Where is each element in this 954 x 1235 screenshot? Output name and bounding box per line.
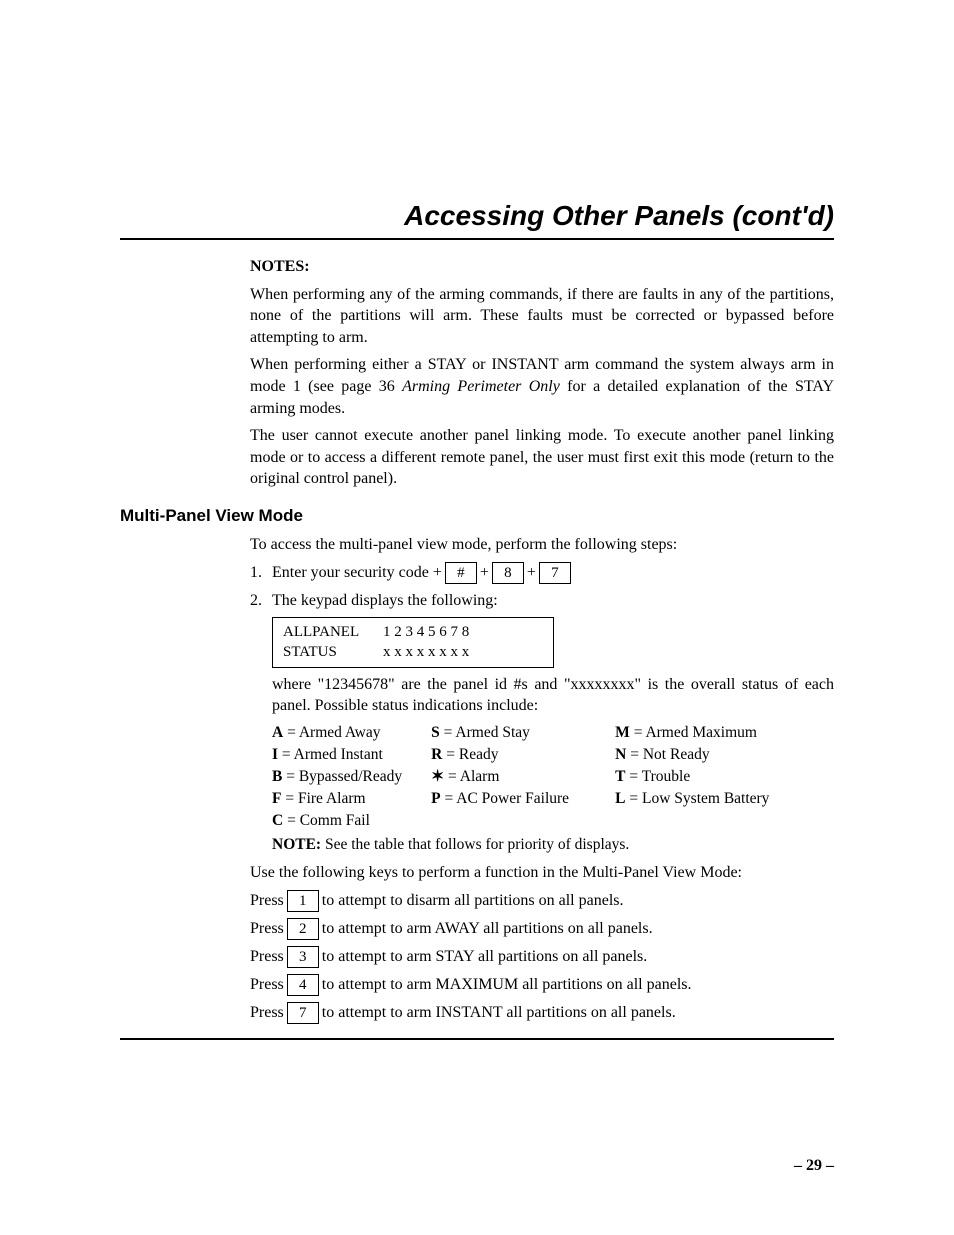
keycap-8: 8 [492, 562, 524, 584]
display-line2-label: STATUS [283, 642, 383, 662]
use-keys-text: Use the following keys to perform a func… [250, 862, 834, 884]
keycap-7b: 7 [287, 1002, 319, 1024]
status-val-B: = Bypassed/Ready [282, 768, 402, 785]
press-5-post: to attempt to arm INSTANT all partitions… [322, 1002, 676, 1024]
page-number: – 29 – [794, 1157, 834, 1175]
keycap-7: 7 [539, 562, 571, 584]
step-2-text: The keypad displays the following: [272, 590, 498, 612]
keycap-2: 2 [287, 918, 319, 940]
keycap-3: 3 [287, 946, 319, 968]
status-val-A: = Armed Away [283, 724, 380, 741]
status-row-4: F = Fire Alarm P = AC Power Failure L = … [272, 789, 834, 810]
press-1-post: to attempt to disarm all partitions on a… [322, 890, 624, 912]
display-line2-value: x x x x x x x x [383, 642, 469, 662]
status-val-F: = Fire Alarm [281, 790, 365, 807]
status-legend: A = Armed Away S = Armed Stay M = Armed … [272, 723, 834, 832]
status-key-star: ✶ [431, 768, 444, 785]
status-row-5: C = Comm Fail [272, 811, 834, 832]
press-line-4: Press 4 to attempt to arm MAXIMUM all pa… [250, 974, 834, 996]
status-key-A: A [272, 724, 283, 741]
intro-text: To access the multi-panel view mode, per… [250, 534, 834, 556]
press-2-post: to attempt to arm AWAY all partitions on… [322, 918, 653, 940]
press-1-pre: Press [250, 890, 284, 912]
note-priority: NOTE: See the table that follows for pri… [272, 835, 834, 856]
press-line-2: Press 2 to attempt to arm AWAY all parti… [250, 918, 834, 940]
note-priority-label: NOTE: [272, 836, 321, 853]
press-line-3: Press 3 to attempt to arm STAY all parti… [250, 946, 834, 968]
status-key-B: B [272, 768, 282, 785]
note-para2-em: Arming Perimeter Only [402, 378, 560, 395]
bottom-rule [120, 1038, 834, 1040]
section-heading-multi-panel: Multi-Panel View Mode [120, 506, 834, 526]
press-4-pre: Press [250, 974, 284, 996]
keycap-4: 4 [287, 974, 319, 996]
step-1-plus-2: + [527, 562, 536, 584]
status-val-L: = Low System Battery [626, 790, 770, 807]
status-key-M: M [615, 724, 630, 741]
keycap-1: 1 [287, 890, 319, 912]
status-key-C: C [272, 812, 283, 829]
notes-heading: NOTES: [250, 256, 834, 278]
press-line-1: Press 1 to attempt to disarm all partiti… [250, 890, 834, 912]
status-row-3: B = Bypassed/Ready ✶ = Alarm T = Trouble [272, 767, 834, 788]
press-3-pre: Press [250, 946, 284, 968]
keycap-hash: # [445, 562, 477, 584]
status-row-1: A = Armed Away S = Armed Stay M = Armed … [272, 723, 834, 744]
step-1-number: 1. [250, 562, 272, 584]
status-val-T: = Trouble [626, 768, 691, 785]
status-val-P: = AC Power Failure [441, 790, 569, 807]
keypad-display: ALLPANEL 1 2 3 4 5 6 7 8 STATUS x x x x … [272, 617, 554, 668]
status-row-2: I = Armed Instant R = Ready N = Not Read… [272, 745, 834, 766]
press-5-pre: Press [250, 1002, 284, 1024]
display-line1-value: 1 2 3 4 5 6 7 8 [383, 622, 469, 642]
page-title: Accessing Other Panels (cont'd) [120, 200, 834, 232]
note-priority-text: See the table that follows for priority … [321, 836, 629, 853]
press-3-post: to attempt to arm STAY all partitions on… [322, 946, 647, 968]
step-1-text-a: Enter your security code + [272, 562, 442, 584]
title-rule [120, 238, 834, 240]
note-paragraph-2: When performing either a STAY or INSTANT… [250, 354, 834, 419]
press-2-pre: Press [250, 918, 284, 940]
step-1-plus-1: + [480, 562, 489, 584]
status-val-N: = Not Ready [626, 746, 709, 763]
status-val-star: = Alarm [444, 768, 499, 785]
note-paragraph-3: The user cannot execute another panel li… [250, 425, 834, 490]
status-key-P: P [431, 790, 440, 807]
press-line-5: Press 7 to attempt to arm INSTANT all pa… [250, 1002, 834, 1024]
press-4-post: to attempt to arm MAXIMUM all partitions… [322, 974, 692, 996]
status-val-I: = Armed Instant [278, 746, 383, 763]
display-line1-label: ALLPANEL [283, 622, 383, 642]
status-val-S: = Armed Stay [440, 724, 530, 741]
status-val-R: = Ready [442, 746, 498, 763]
status-val-C: = Comm Fail [283, 812, 370, 829]
status-key-N: N [615, 746, 626, 763]
status-key-S: S [431, 724, 440, 741]
step-2: 2. The keypad displays the following: [250, 590, 834, 612]
status-key-T: T [615, 768, 625, 785]
note-paragraph-1: When performing any of the arming comman… [250, 284, 834, 349]
status-key-L: L [615, 790, 625, 807]
step-1: 1. Enter your security code + # + 8 + 7 [250, 562, 834, 584]
status-key-R: R [431, 746, 442, 763]
status-val-M: = Armed Maximum [630, 724, 757, 741]
step-2-number: 2. [250, 590, 272, 612]
where-text: where "12345678" are the panel id #s and… [272, 674, 834, 717]
